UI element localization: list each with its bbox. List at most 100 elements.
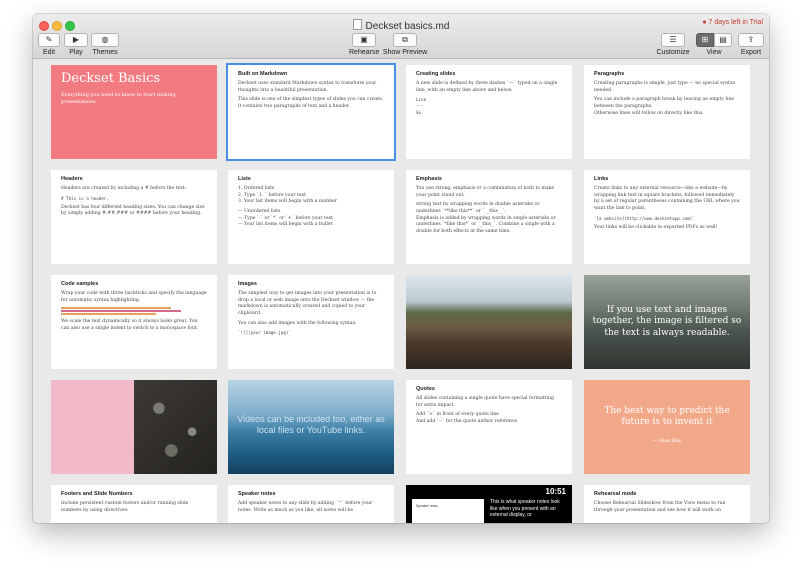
split-view-icon: ▤ [719, 35, 727, 44]
slide-footers[interactable]: Footers and Slide Numbers Include persis… [51, 485, 217, 523]
list-item: — Unordered lists [238, 208, 281, 214]
view-label: View [706, 49, 722, 56]
slide-text: Choose Rehearsal Slideshow from the View… [594, 501, 726, 513]
play-button[interactable]: ▶ Play [64, 33, 88, 56]
slide-video[interactable]: Videos can be included too, either as lo… [228, 380, 394, 474]
slide-title: Deckset Basics [61, 71, 161, 86]
slide-rehearsal-mode[interactable]: Rehearsal mode Choose Rehearsal Slidesho… [584, 485, 750, 523]
slide-text: You can include a paragraph break by lea… [594, 97, 735, 109]
slide-text: Wrap your code with three backticks and … [61, 291, 207, 303]
trial-badge[interactable]: ● 7 days left in Trial [702, 19, 763, 26]
show-preview-button[interactable]: ⧉ Show Preview [382, 33, 428, 56]
themes-icon: ◍ [101, 35, 109, 44]
pencil-icon: ✎ [45, 35, 53, 44]
slide-title: Built on Markdown [238, 71, 288, 77]
slide-text: strong text by wrapping words in double … [416, 202, 540, 214]
slide-quotes[interactable]: Quotes All slides containing a single qu… [406, 380, 572, 474]
list-item: 3. Your list items will begin with a num… [238, 199, 337, 205]
rehearse-button[interactable]: ▣ Rehearse [349, 33, 379, 56]
slide-text: Your links will be clickable in exported… [594, 224, 718, 230]
slide-emphasis[interactable]: Emphasis You use strong, emphasis or a c… [406, 170, 572, 264]
window-title-text: Deckset basics.md [365, 21, 450, 32]
edit-button[interactable]: ✎ Edit [38, 33, 60, 56]
preview-icon: ⧉ [402, 35, 408, 44]
slide-text: We scale the text dynamically so it alwa… [61, 319, 199, 331]
slide-title: Rehearsal mode [594, 491, 637, 497]
slide-presenter-view[interactable]: 10:51 Speaker notes This is what speaker… [406, 485, 572, 523]
toolbar: Deckset basics.md ● 7 days left in Trial… [33, 14, 769, 59]
slide-text: Deckset uses standard Markdown syntax to… [238, 81, 377, 93]
code-sample-block [61, 307, 207, 316]
slide-overlay-text: Videos can be included too, either as lo… [237, 414, 385, 435]
list-item: 1. Ordered lists [238, 186, 275, 191]
list-item: — Your list items will begin with a bull… [238, 222, 333, 228]
slide-overlay-text: If you use text and images together, the… [592, 305, 742, 338]
slide-title: Images [238, 281, 257, 287]
slide-headers[interactable]: Headers Headers are created by including… [51, 170, 217, 264]
slide-quote-alan-kay[interactable]: The best way to predict the future is to… [584, 380, 750, 474]
export-button[interactable]: ⇪ Export [738, 33, 764, 56]
slide-text: Add `>` in front of every quote line [416, 412, 499, 418]
presenter-timer: 10:51 [545, 487, 566, 496]
slide-lists[interactable]: Lists 1. Ordered lists 2. Type `1. ` bef… [228, 170, 394, 264]
rock-image [134, 380, 217, 474]
presenter-display: 10:51 Speaker notes This is what speaker… [406, 485, 572, 523]
view-control[interactable]: ⊞ ▤ View [696, 33, 732, 56]
slide-text: Headers are created by including a # bef… [61, 186, 187, 191]
code-line: `![](your image.jpg)` [238, 330, 291, 336]
slide-text: Create links to any external resource—li… [594, 186, 740, 211]
split-view-button[interactable]: ▤ [714, 33, 732, 47]
slide-images[interactable]: Images The simplest way to get images in… [228, 275, 394, 369]
app-window: Deckset basics.md ● 7 days left in Trial… [33, 14, 769, 523]
slide-links[interactable]: Links Create links to any external resou… [584, 170, 750, 264]
customize-label: Customize [656, 49, 690, 56]
slide-text: You can also add images with the followi… [238, 320, 357, 326]
slide-built-on-markdown[interactable]: Built on Markdown Deckset uses standard … [226, 63, 396, 161]
show-preview-label: Show Preview [382, 49, 428, 56]
themes-button[interactable]: ◍ Themes [91, 33, 119, 56]
presenter-notes: This is what speaker notes look like whe… [490, 499, 560, 518]
trial-text: 7 days left in Trial [708, 19, 763, 26]
slide-paragraphs[interactable]: Paragraphs Creating paragraphs is simple… [584, 65, 750, 159]
slide-grid: Deckset Basics Everything you need to kn… [33, 59, 769, 523]
code-line: # This is a header. [61, 195, 109, 201]
slide-title: Emphasis [416, 176, 442, 182]
slide-mountain-image[interactable] [406, 275, 572, 369]
rehearse-label: Rehearse [349, 49, 380, 56]
list-icon: ☰ [669, 35, 677, 44]
slide-text: You use strong, emphasis or a combinatio… [416, 186, 555, 198]
pink-panel [51, 380, 134, 474]
slide-speaker-notes[interactable]: Speaker notes Add speaker notes to any s… [228, 485, 394, 523]
window-title: Deckset basics.md [33, 19, 769, 32]
play-label: Play [69, 49, 83, 56]
slide-subtitle: Everything you need to know to start mak… [61, 92, 176, 105]
share-icon: ⇪ [747, 35, 755, 44]
slide-title: Creating slides [416, 71, 456, 77]
slide-code-samples[interactable]: Code samples Wrap your code with three b… [51, 275, 217, 369]
slide-title: Quotes [416, 386, 435, 392]
grid-icon: ⊞ [701, 35, 709, 44]
slide-text: All slides containing a single quote hav… [416, 396, 554, 408]
document-icon [352, 19, 362, 30]
slide-title: Paragraphs [594, 71, 625, 77]
mini-slide-title: Speaker notes [416, 504, 438, 508]
slide-deckset-basics[interactable]: Deckset Basics Everything you need to kn… [51, 65, 217, 159]
code-line: `[a website](http://www.decksetapp.com)` [594, 215, 695, 221]
slide-title: Code samples [61, 281, 99, 287]
customize-button[interactable]: ☰ Customize [656, 33, 690, 56]
quote-text: The best way to predict the future is to… [604, 406, 730, 428]
slide-title: Lists [238, 176, 251, 182]
slide-text: Emphasis is added by wrapping words in s… [416, 215, 556, 234]
export-label: Export [740, 49, 762, 56]
edit-label: Edit [42, 49, 56, 56]
slide-text: And add `--` for the quote author refere… [416, 418, 518, 424]
code-line: So [416, 109, 422, 115]
grid-view-button[interactable]: ⊞ [696, 33, 714, 47]
themes-label: Themes [92, 49, 118, 56]
slide-title: Headers [61, 176, 83, 182]
slide-text: A new slide is defined by three dashes `… [416, 81, 558, 93]
slide-split-image[interactable] [51, 380, 217, 474]
slide-creating-slides[interactable]: Creating slides A new slide is defined b… [406, 65, 572, 159]
slide-text-over-image[interactable]: If you use text and images together, the… [584, 275, 750, 369]
rehearse-icon: ▣ [360, 35, 368, 44]
